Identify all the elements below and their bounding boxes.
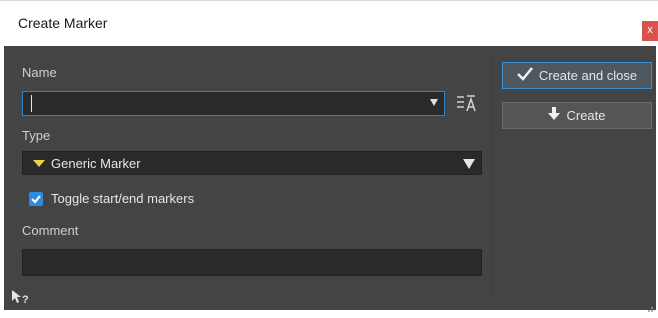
create-label: Create xyxy=(566,108,606,123)
arrow-down-icon xyxy=(548,107,561,124)
toggle-start-end-label[interactable]: Toggle start/end markers xyxy=(51,191,194,206)
type-value: Generic Marker xyxy=(51,156,141,171)
resize-grip-icon[interactable] xyxy=(646,300,654,312)
type-label: Type xyxy=(22,128,51,143)
create-marker-dialog: Create Marker x Name Type Generic Marker xyxy=(0,0,658,312)
svg-text:?: ? xyxy=(22,294,29,306)
create-and-close-button[interactable]: Create and close xyxy=(502,62,652,89)
help-pointer-icon[interactable]: ? xyxy=(10,288,32,306)
toggle-start-end-checkbox[interactable] xyxy=(29,192,43,206)
name-input[interactable] xyxy=(22,91,445,116)
marker-triangle-icon xyxy=(33,160,45,167)
title-bar: Create Marker x xyxy=(0,0,658,46)
vertical-divider xyxy=(492,60,493,296)
create-button[interactable]: Create xyxy=(502,102,652,129)
close-button[interactable]: x xyxy=(642,21,658,41)
chevron-down-icon[interactable] xyxy=(430,99,438,106)
dialog-body: Name Type Generic Marker Toggle start/en… xyxy=(4,46,656,312)
dialog-title: Create Marker xyxy=(18,15,108,31)
name-label: Name xyxy=(22,65,57,80)
sort-alpha-icon[interactable] xyxy=(456,94,476,114)
type-select[interactable]: Generic Marker xyxy=(22,151,482,175)
comment-input[interactable] xyxy=(22,249,482,276)
comment-label: Comment xyxy=(22,223,79,238)
create-and-close-label: Create and close xyxy=(538,68,638,83)
text-caret xyxy=(31,95,32,112)
chevron-down-icon[interactable] xyxy=(463,159,475,169)
checkmark-icon xyxy=(31,195,41,204)
checkmark-icon xyxy=(516,67,533,84)
